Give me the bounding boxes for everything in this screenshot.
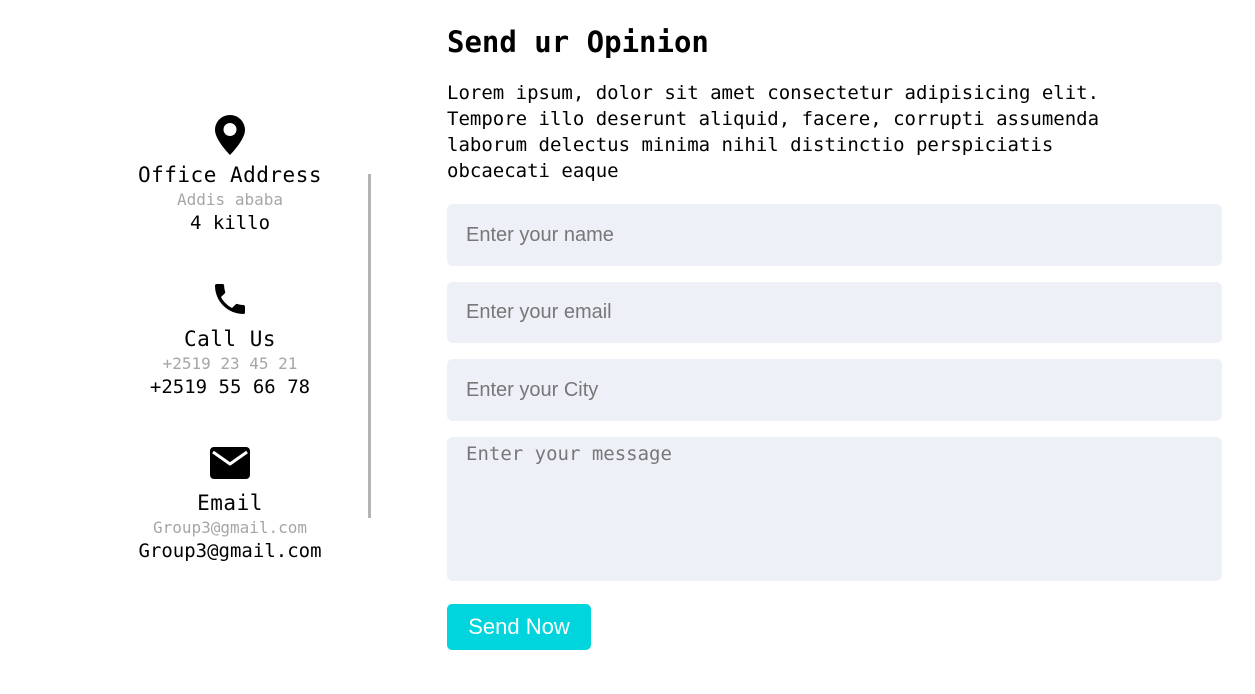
call-us-block: Call Us +2519 23 45 21 +2519 55 66 78 — [90, 278, 370, 399]
email-block: Email Group3@gmail.com Group3@gmail.com — [90, 442, 370, 563]
vertical-divider — [368, 174, 371, 518]
message-textarea[interactable] — [447, 437, 1222, 581]
form-description: Lorem ipsum, dolor sit amet consectetur … — [447, 82, 1100, 182]
email-input[interactable] — [447, 282, 1222, 343]
email-primary: Group3@gmail.com — [138, 540, 322, 562]
email-title: Email — [197, 491, 263, 515]
location-pin-icon — [90, 114, 370, 156]
phone-secondary: +2519 23 45 21 — [162, 354, 298, 373]
name-input[interactable] — [447, 204, 1222, 266]
phone-icon — [90, 278, 370, 320]
form-title: Send ur Opinion — [447, 25, 709, 59]
envelope-icon — [90, 442, 370, 484]
office-address-title: Office Address — [137, 163, 322, 187]
city-input[interactable] — [447, 359, 1222, 421]
phone-primary: +2519 55 66 78 — [149, 376, 311, 398]
email-secondary: Group3@gmail.com — [152, 518, 308, 537]
office-address-block: Office Address Addis ababa 4 killo — [90, 114, 370, 235]
opinion-form: Send ur Opinion Lorem ipsum, dolor sit a… — [447, 22, 1223, 650]
office-address-city: Addis ababa — [177, 190, 283, 209]
send-now-button[interactable]: Send Now — [447, 604, 591, 650]
call-us-title: Call Us — [183, 327, 276, 351]
office-address-area: 4 killo — [189, 212, 271, 234]
